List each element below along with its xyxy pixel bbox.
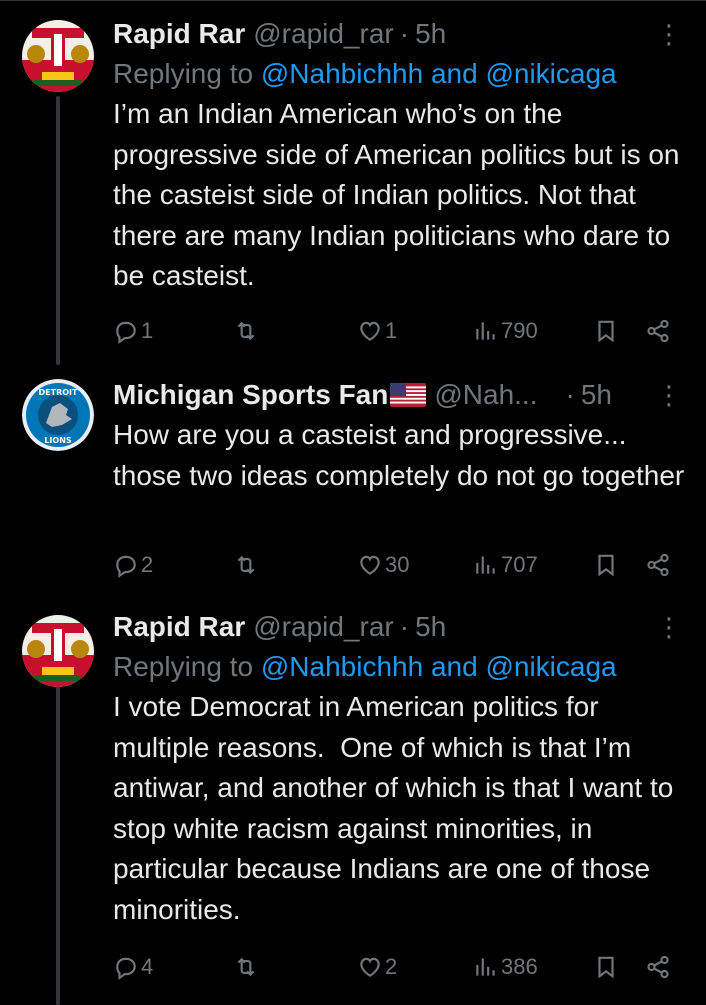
display-name[interactable]: Michigan Sports Fan — [113, 379, 388, 411]
views-chart-icon — [476, 322, 495, 340]
detroit-lions-avatar: DETROIT LIONS — [22, 379, 94, 451]
heart-icon — [360, 555, 380, 575]
view-count: 386 — [501, 954, 538, 979]
like-count: 1 — [385, 318, 398, 343]
more-options-icon[interactable]: ⋮ — [654, 375, 684, 415]
bookmark-button[interactable] — [593, 545, 619, 585]
separator-dot: · — [399, 18, 410, 49]
reply-count: 2 — [141, 552, 154, 577]
repost-icon — [237, 555, 255, 575]
tweet-header: Rapid Rar @rapid_rar · 5h — [113, 14, 684, 54]
tweet-text: I’m an Indian American who’s on the prog… — [113, 98, 688, 291]
tweet-header: Rapid Rar @rapid_rar · 5h — [113, 607, 684, 647]
tweet-text: I vote Democrat in American politics for… — [113, 691, 682, 925]
replying-prefix: Replying to — [113, 58, 254, 89]
view-count: 707 — [501, 552, 538, 577]
like-button[interactable]: 1 — [357, 311, 397, 351]
tweet-header: Michigan Sports Fan @Nah... · 5h — [113, 375, 684, 415]
views-button[interactable]: 386 — [473, 947, 538, 987]
like-button[interactable]: 2 — [357, 947, 397, 987]
like-count: 2 — [385, 954, 398, 979]
view-count: 790 — [501, 318, 538, 343]
share-icon — [647, 553, 669, 577]
separator-dot: · — [565, 379, 575, 410]
tweet-body: Rapid Rar @rapid_rar · 5h ⋮ Replying to … — [113, 14, 684, 297]
us-flag-icon — [390, 383, 427, 407]
flag-crest-avatar — [22, 615, 94, 687]
tweet-text: How are you a casteist and progressive..… — [113, 419, 685, 491]
tweet-body: Michigan Sports Fan @Nah... · 5h ⋮ How a… — [113, 375, 684, 496]
user-handle[interactable]: @rapid_rar — [253, 18, 393, 50]
avatar[interactable] — [22, 615, 94, 687]
tweet[interactable]: DETROIT LIONS Michigan Sports Fan @Nah..… — [0, 365, 706, 605]
like-count: 30 — [385, 552, 410, 577]
tweet[interactable]: Rapid Rar @rapid_rar · 5h ⋮ Replying to … — [0, 0, 706, 365]
reply-count: 1 — [141, 318, 154, 343]
views-button[interactable]: 707 — [473, 545, 538, 585]
display-name[interactable]: Rapid Rar — [113, 18, 245, 50]
user-handle[interactable]: @Nah... — [434, 379, 537, 411]
repost-icon — [237, 957, 255, 977]
avatar[interactable] — [22, 20, 94, 92]
user-handle[interactable]: @rapid_rar — [253, 611, 393, 643]
thread-line — [56, 685, 60, 1005]
share-button[interactable] — [645, 311, 671, 351]
thread-line — [56, 96, 60, 365]
display-name[interactable]: Rapid Rar — [113, 611, 245, 643]
repost-icon — [237, 321, 255, 341]
heart-icon — [360, 957, 380, 977]
timestamp[interactable]: 5h — [415, 18, 446, 50]
timestamp[interactable]: 5h — [581, 379, 612, 411]
tweet[interactable]: Rapid Rar @rapid_rar · 5h ⋮ Replying to … — [0, 605, 706, 1005]
bookmark-button[interactable] — [593, 947, 619, 987]
like-button[interactable]: 30 — [357, 545, 409, 585]
flag-crest-avatar — [22, 20, 94, 92]
reply-count: 4 — [141, 954, 154, 979]
reply-icon — [116, 957, 136, 980]
avatar[interactable]: DETROIT LIONS — [22, 379, 94, 451]
share-icon — [647, 319, 669, 343]
bookmark-icon — [598, 956, 614, 979]
reply-icon — [116, 321, 136, 344]
avatar-text-top: DETROIT — [39, 388, 79, 397]
bookmark-icon — [598, 320, 614, 343]
more-options-icon[interactable]: ⋮ — [654, 607, 684, 647]
replying-mentions-link[interactable]: @Nahbichhh and @nikicaga — [261, 58, 617, 89]
replying-to: Replying to @Nahbichhh and @nikicaga — [113, 54, 684, 94]
tweet-actions: 2 30 707 — [113, 545, 684, 585]
reply-button[interactable]: 1 — [113, 311, 153, 351]
avatar-text-bottom: LIONS — [44, 436, 72, 445]
views-chart-icon — [476, 958, 495, 976]
repost-button[interactable] — [233, 545, 261, 585]
replying-mentions-link[interactable]: @Nahbichhh and @nikicaga — [261, 651, 617, 682]
more-options-icon[interactable]: ⋮ — [654, 14, 684, 54]
share-button[interactable] — [645, 545, 671, 585]
reply-button[interactable]: 2 — [113, 545, 153, 585]
repost-button[interactable] — [233, 947, 261, 987]
share-icon — [647, 955, 669, 979]
tweet-body: Rapid Rar @rapid_rar · 5h ⋮ Replying to … — [113, 607, 684, 930]
share-button[interactable] — [645, 947, 671, 987]
bookmark-icon — [598, 554, 614, 577]
views-chart-icon — [476, 556, 495, 574]
timestamp[interactable]: 5h — [415, 611, 446, 643]
bookmark-button[interactable] — [593, 311, 619, 351]
reply-icon — [116, 555, 136, 578]
repost-button[interactable] — [233, 311, 261, 351]
views-button[interactable]: 790 — [473, 311, 538, 351]
separator-dot: · — [399, 611, 410, 642]
reply-button[interactable]: 4 — [113, 947, 153, 987]
tweet-actions: 4 2 386 — [113, 947, 684, 987]
replying-to: Replying to @Nahbichhh and @nikicaga — [113, 647, 684, 687]
tweet-actions: 1 1 790 — [113, 311, 684, 351]
replying-prefix: Replying to — [113, 651, 254, 682]
heart-icon — [360, 321, 380, 341]
